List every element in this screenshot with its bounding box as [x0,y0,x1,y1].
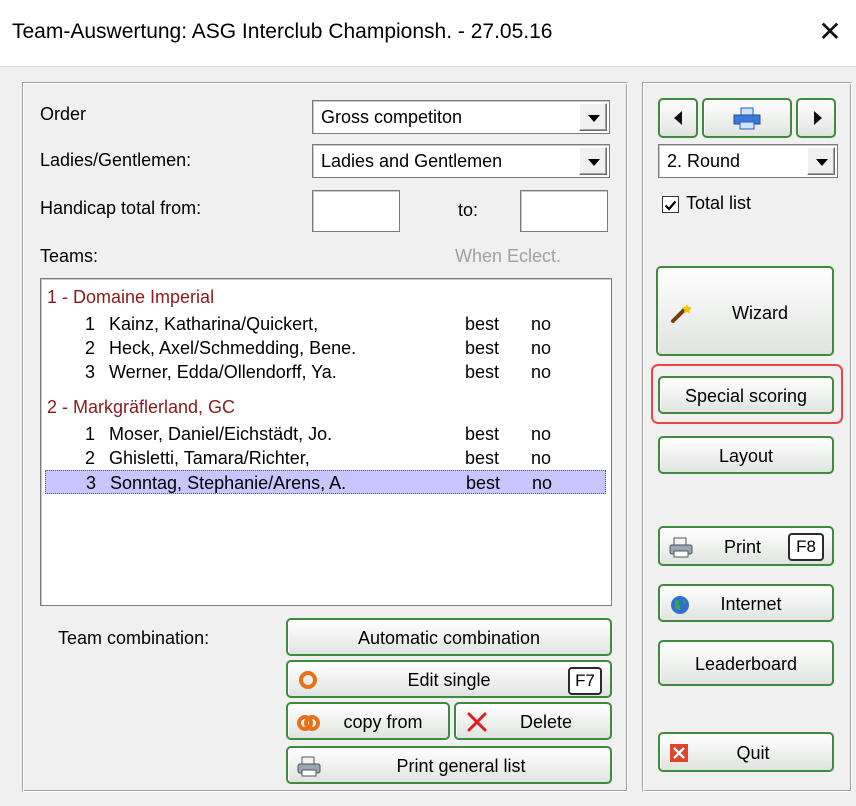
member-col2: no [531,314,552,334]
round-select[interactable]: 2. Round [658,144,838,178]
round-value: 2. Round [667,151,741,171]
list-item[interactable]: 1 Kainz, Katharina/Quickert, best no [45,312,606,336]
print-preview-button[interactable] [702,98,792,138]
print-label: Print [724,537,762,557]
chevron-down-icon[interactable] [807,147,835,175]
edit-single-button[interactable]: Edit single F7 [286,660,612,698]
gender-label: Ladies/Gentlemen: [40,150,192,170]
member-number: 1 [85,314,96,334]
member-col1: best [465,314,500,334]
chevron-down-icon[interactable] [579,147,607,175]
printer-icon [669,537,693,558]
team-group-header[interactable]: 2 - Markgräflerland, GC [47,397,235,418]
teams-label: Teams: [40,246,99,266]
copy-from-button[interactable]: copy from [286,702,450,740]
internet-label: Internet [720,594,782,614]
member-col2: no [531,338,552,358]
special-scoring-label: Special scoring [684,386,808,406]
wizard-label: Wizard [731,303,788,323]
when-eclect-label: When Eclect. [455,246,562,266]
member-name: Heck, Axel/Schmedding, Bene. [109,338,357,358]
member-col2: no [531,448,552,468]
list-item-selected[interactable]: 3 Sonntag, Stephanie/Arens, A. best no [45,470,606,494]
member-number: 2 [85,448,96,468]
shortcut-key-badge: F7 [568,667,602,695]
gender-select[interactable]: Ladies and Gentlemen [312,144,610,178]
handicap-label: Handicap total from: [40,198,202,218]
quit-label: Quit [736,743,770,763]
shortcut-key-badge: F8 [788,533,824,561]
print-general-list-button[interactable]: Print general list [286,746,612,784]
print-button[interactable]: Print F8 [658,526,834,566]
member-col1: best [465,424,500,444]
next-button[interactable] [796,98,836,138]
delete-label: Delete [519,712,573,732]
member-col2: no [532,473,553,493]
member-number: 3 [85,362,96,382]
automatic-combination-label: Automatic combination [357,628,541,648]
order-value: Gross competiton [321,107,463,127]
member-col1: best [465,338,500,358]
automatic-combination-button[interactable]: Automatic combination [286,618,612,656]
chevron-down-icon[interactable] [579,103,607,131]
wizard-button[interactable]: Wizard [656,266,834,356]
member-name: Werner, Edda/Ollendorff, Ya. [109,362,337,382]
list-item[interactable]: 2 Ghisletti, Tamara/Richter, best no [45,446,606,470]
teams-list[interactable]: 1 - Domaine Imperial 1 Kainz, Katharina/… [40,278,612,606]
total-list-label: Total list [686,193,752,213]
member-name: Moser, Daniel/Eichstädt, Jo. [109,424,333,444]
handicap-from-field[interactable] [312,190,400,232]
member-col1: best [466,473,501,493]
list-item[interactable]: 2 Heck, Axel/Schmedding, Bene. best no [45,336,606,360]
member-col1: best [465,362,500,382]
previous-button[interactable] [658,98,698,138]
close-button[interactable]: ✕ [812,12,848,52]
member-number: 2 [85,338,96,358]
handicap-to-field[interactable] [520,190,608,232]
printer-icon [733,107,761,130]
member-name: Ghisletti, Tamara/Richter, [109,448,310,468]
leaderboard-label: Leaderboard [694,654,798,674]
arrow-left-icon [674,111,682,125]
team-group-header[interactable]: 1 - Domaine Imperial [47,287,214,308]
order-label: Order [40,104,87,124]
total-list-checkbox[interactable] [662,196,679,213]
title-bar: Team-Auswertung: ASG Interclub Champions… [0,0,856,66]
print-general-list-label: Print general list [396,756,526,776]
order-select[interactable]: Gross competiton [312,100,610,134]
member-col2: no [531,362,552,382]
special-scoring-button[interactable]: Special scoring [658,376,834,414]
copy-from-label: copy from [343,712,423,732]
list-item[interactable]: 3 Werner, Edda/Ollendorff, Ya. best no [45,360,606,384]
internet-button[interactable]: Internet [658,584,834,622]
gender-value: Ladies and Gentlemen [321,151,503,171]
list-item[interactable]: 1 Moser, Daniel/Eichstädt, Jo. best no [45,422,606,446]
edit-single-label: Edit single [407,670,491,690]
layout-label: Layout [718,446,774,466]
leaderboard-button[interactable]: Leaderboard [658,640,834,686]
delete-button[interactable]: Delete [454,702,612,740]
member-number: 1 [85,424,96,444]
team-combination-label: Team combination: [58,628,210,648]
layout-button[interactable]: Layout [658,436,834,474]
quit-button[interactable]: Quit [658,732,834,772]
member-col2: no [531,424,552,444]
arrow-right-icon [814,111,822,125]
checkmark-icon [664,200,677,211]
member-col1: best [465,448,500,468]
handicap-to-label: to: [458,200,479,220]
window-title: Team-Auswertung: ASG Interclub Champions… [12,20,553,43]
member-name: Sonntag, Stephanie/Arens, A. [110,473,347,493]
member-number: 3 [86,473,97,493]
member-name: Kainz, Katharina/Quickert, [109,314,319,334]
